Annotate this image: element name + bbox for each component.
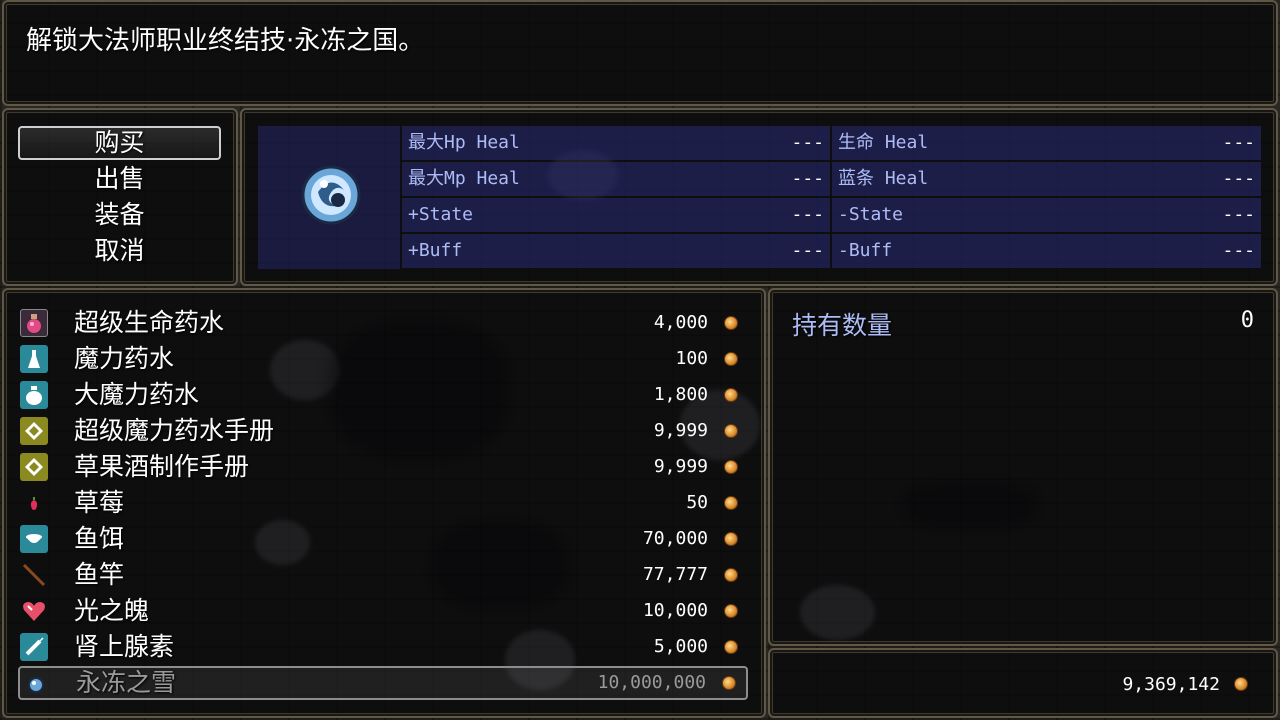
item-price: 9,999 [653,420,708,441]
flask-icon [20,345,48,373]
coin-icon [724,568,738,582]
coin-icon [724,460,738,474]
fishing-rod-icon [20,561,48,589]
shop-item-row[interactable]: 草莓 50 [18,486,748,520]
stat-value: --- [1222,204,1255,225]
stat-label: +Buff [408,240,463,261]
item-name: 超级生命药水 [74,308,225,337]
item-name: 草果酒制作手册 [74,452,250,481]
book-icon [20,453,48,481]
shop-item-row[interactable]: 鱼竿 77,777 [18,558,748,592]
shop-item-row[interactable]: 超级生命药水 4,000 [18,306,748,340]
item-price: 5,000 [653,636,708,657]
shop-item-row[interactable]: 草果酒制作手册 9,999 [18,450,748,484]
item-name: 草莓 [74,488,125,517]
stat-row-maxhp: 最大Hp Heal --- [402,126,830,160]
stat-row-remove-state: -State --- [832,198,1261,232]
shop-item-row[interactable]: 魔力药水 100 [18,342,748,376]
item-preview-cell [258,126,400,269]
item-name: 魔力药水 [74,344,175,373]
book-icon [20,417,48,445]
coin-icon [724,604,738,618]
stat-value: --- [1222,168,1255,189]
shop-item-row[interactable]: 超级魔力药水手册 9,999 [18,414,748,448]
coin-icon [724,532,738,546]
equip-command[interactable]: 装备 [18,198,221,232]
coin-icon [724,424,738,438]
item-name: 鱼饵 [74,524,125,553]
coin-icon [724,388,738,402]
possession-value: 0 [1240,308,1254,333]
coin-icon [724,640,738,654]
stat-value: --- [1222,240,1255,261]
possession-label: 持有数量 [792,311,893,340]
stat-label: 蓝条 Heal [838,168,929,189]
gold-value: 9,369,142 [1122,674,1220,695]
stat-value: --- [791,168,824,189]
ice-orb-icon [300,164,362,226]
shop-item-row[interactable]: 肾上腺素 5,000 [18,630,748,664]
item-name: 鱼竿 [74,560,125,589]
stat-row-add-buff: +Buff --- [402,234,830,268]
item-price: 50 [686,492,708,513]
stat-label: 生命 Heal [838,132,929,153]
cancel-command[interactable]: 取消 [18,234,221,268]
buy-command[interactable]: 购买 [18,126,221,160]
stat-value: --- [1222,132,1255,153]
coin-icon [724,496,738,510]
shop-item-row[interactable]: 大魔力药水 1,800 [18,378,748,412]
stat-label: 最大Hp Heal [408,132,520,153]
coin-icon [724,316,738,330]
shop-item-row-selected[interactable]: 永冻之雪 10,000,000 [18,666,748,700]
item-price: 100 [675,348,708,369]
item-name: 超级魔力药水手册 [74,416,275,445]
snow-orb-icon [22,671,50,699]
coin-icon [1234,677,1248,691]
large-flask-icon [20,381,48,409]
stat-label: -Buff [838,240,893,261]
help-text: 解锁大法师职业终结技·永冻之国。 [26,26,425,56]
item-name: 光之魄 [74,596,150,625]
stat-label: +State [408,204,474,225]
item-price: 4,000 [653,312,708,333]
item-price: 10,000,000 [597,672,706,693]
stat-value: --- [791,132,824,153]
item-name: 永冻之雪 [76,668,177,697]
stat-row-hp: 生命 Heal --- [832,126,1261,160]
stat-label: -State [838,204,904,225]
syringe-icon [20,633,48,661]
sell-command[interactable]: 出售 [18,162,221,196]
stat-row-mp: 蓝条 Heal --- [832,162,1261,196]
stat-label: 最大Mp Heal [408,168,520,189]
item-price: 10,000 [642,600,708,621]
item-price: 77,777 [642,564,708,585]
shop-item-row[interactable]: 光之魄 10,000 [18,594,748,628]
shop-item-row[interactable]: 鱼饵 70,000 [18,522,748,556]
help-window: 解锁大法师职业终结技·永冻之国。 [2,0,1278,106]
coin-icon [722,676,736,690]
stat-value: --- [791,240,824,261]
heart-icon [20,597,48,625]
stat-row-maxmp: 最大Mp Heal --- [402,162,830,196]
item-name: 大魔力药水 [74,380,200,409]
potion-icon [20,309,48,337]
strawberry-icon [20,489,48,517]
item-price: 9,999 [653,456,708,477]
stat-row-remove-buff: -Buff --- [832,234,1261,268]
stat-value: --- [791,204,824,225]
item-price: 1,800 [653,384,708,405]
item-name: 肾上腺素 [74,632,175,661]
stat-row-add-state: +State --- [402,198,830,232]
bait-icon [20,525,48,553]
item-price: 70,000 [642,528,708,549]
coin-icon [724,352,738,366]
